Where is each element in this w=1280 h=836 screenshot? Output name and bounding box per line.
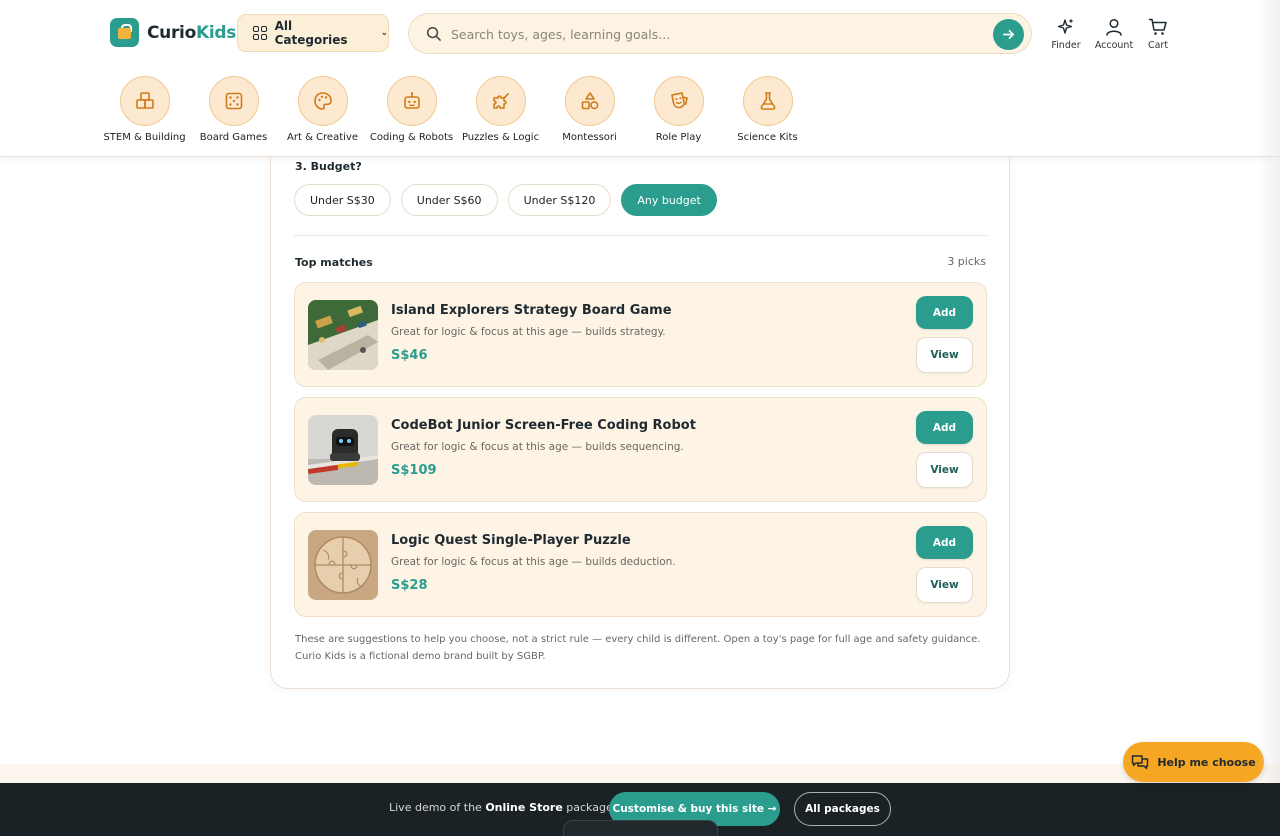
product-card: Island Explorers Strategy Board Game Gre… bbox=[294, 282, 987, 387]
category-label: Coding & Robots bbox=[369, 132, 454, 143]
category-stem-building[interactable]: STEM & Building bbox=[100, 76, 189, 143]
shopping-bag-icon bbox=[110, 18, 139, 47]
blocks-icon bbox=[135, 92, 154, 109]
divider bbox=[294, 235, 987, 236]
category-board-games[interactable]: Board Games bbox=[189, 76, 278, 143]
product-price: S$46 bbox=[391, 348, 428, 363]
arrow-right-icon bbox=[1003, 29, 1014, 40]
finder-label: Finder bbox=[1051, 40, 1081, 51]
add-to-cart-button[interactable]: Add bbox=[916, 296, 973, 329]
right-edge-shadow bbox=[1258, 0, 1280, 783]
chevron-down-icon: ⌄ bbox=[380, 28, 388, 38]
budget-option[interactable]: Under S$30 bbox=[294, 184, 391, 216]
shapes-icon bbox=[581, 92, 598, 110]
category-label: Board Games bbox=[199, 132, 268, 143]
finder-link[interactable]: Finder bbox=[1041, 17, 1091, 51]
page-bottom-band bbox=[0, 764, 1280, 784]
sparkles-icon bbox=[1057, 18, 1074, 34]
search-bar bbox=[408, 13, 1032, 54]
product-image-board-game[interactable] bbox=[308, 300, 378, 370]
category-label: Role Play bbox=[655, 132, 702, 143]
product-description: Great for logic & focus at this age — bu… bbox=[391, 326, 666, 338]
grid-icon bbox=[253, 26, 267, 40]
top-matches-title: Top matches bbox=[295, 256, 373, 269]
search-icon bbox=[426, 26, 441, 41]
category-science-kits[interactable]: Science Kits bbox=[723, 76, 812, 143]
palette-icon bbox=[313, 92, 332, 110]
view-product-button[interactable]: View bbox=[916, 567, 973, 603]
search-input[interactable] bbox=[451, 22, 971, 46]
view-product-button[interactable]: View bbox=[916, 452, 973, 488]
product-card: Logic Quest Single-Player Puzzle Great f… bbox=[294, 512, 987, 617]
disclaimer-text: These are suggestions to help you choose… bbox=[295, 634, 981, 662]
cart-icon bbox=[1148, 18, 1167, 35]
robot-icon bbox=[403, 92, 420, 109]
user-icon bbox=[1106, 18, 1122, 36]
chat-icon bbox=[1132, 755, 1149, 770]
product-name[interactable]: Logic Quest Single-Player Puzzle bbox=[391, 533, 631, 548]
budget-option-selected[interactable]: Any budget bbox=[621, 184, 717, 216]
site-header: CurioKids All Categories ⌄ Finder Accoun… bbox=[0, 0, 1280, 157]
product-image-puzzle[interactable] bbox=[308, 530, 378, 600]
budget-question: 3. Budget? bbox=[295, 160, 362, 173]
product-name[interactable]: Island Explorers Strategy Board Game bbox=[391, 303, 672, 318]
view-product-button[interactable]: View bbox=[916, 337, 973, 373]
search-submit-button[interactable] bbox=[993, 19, 1024, 50]
category-label: STEM & Building bbox=[103, 132, 186, 143]
cart-label: Cart bbox=[1147, 40, 1169, 51]
all-packages-button[interactable]: All packages bbox=[794, 792, 891, 826]
product-description: Great for logic & focus at this age — bu… bbox=[391, 556, 676, 568]
budget-option[interactable]: Under S$120 bbox=[507, 184, 612, 216]
account-link[interactable]: Account bbox=[1089, 17, 1139, 51]
flask-icon bbox=[760, 92, 775, 110]
product-name[interactable]: CodeBot Junior Screen-Free Coding Robot bbox=[391, 418, 696, 433]
category-label: Puzzles & Logic bbox=[461, 132, 540, 143]
product-price: S$109 bbox=[391, 463, 437, 478]
demo-footer-bar: Live demo of the Online Store package. C… bbox=[0, 783, 1280, 836]
budget-option[interactable]: Under S$60 bbox=[400, 184, 498, 216]
all-categories-label: All Categories bbox=[274, 19, 348, 47]
product-image-coding-robot[interactable] bbox=[308, 415, 378, 485]
mask-icon bbox=[670, 92, 688, 109]
footer-toolbar-peek bbox=[563, 820, 718, 836]
brand-name: CurioKids bbox=[147, 22, 237, 43]
help-button-label: Help me choose bbox=[1157, 755, 1256, 769]
top-matches-count: 3 picks bbox=[947, 255, 986, 268]
product-description: Great for logic & focus at this age — bu… bbox=[391, 441, 684, 453]
account-label: Account bbox=[1094, 40, 1134, 51]
category-coding-robots[interactable]: Coding & Robots bbox=[367, 76, 456, 143]
all-categories-button[interactable]: All Categories ⌄ bbox=[237, 14, 389, 52]
demo-footer-text: Live demo of the Online Store package. bbox=[389, 801, 617, 814]
category-role-play[interactable]: Role Play bbox=[634, 76, 723, 143]
puzzle-icon bbox=[492, 93, 509, 109]
add-to-cart-button[interactable]: Add bbox=[916, 411, 973, 444]
product-card: CodeBot Junior Screen-Free Coding Robot … bbox=[294, 397, 987, 502]
cart-link[interactable]: Cart bbox=[1133, 17, 1183, 51]
brand-logo[interactable]: CurioKids bbox=[110, 18, 236, 47]
category-montessori[interactable]: Montessori bbox=[545, 76, 634, 143]
dice-icon bbox=[225, 92, 242, 110]
product-price: S$28 bbox=[391, 578, 428, 593]
add-to-cart-button[interactable]: Add bbox=[916, 526, 973, 559]
help-me-choose-button[interactable]: Help me choose bbox=[1123, 742, 1264, 782]
category-art-creative[interactable]: Art & Creative bbox=[278, 76, 367, 143]
category-label: Montessori bbox=[562, 132, 617, 143]
category-nav: STEM & Building Board Games Art & Creati… bbox=[100, 76, 812, 143]
budget-options: Under S$30 Under S$60 Under S$120 Any bu… bbox=[294, 184, 717, 216]
category-label: Science Kits bbox=[737, 132, 798, 143]
category-puzzles-logic[interactable]: Puzzles & Logic bbox=[456, 76, 545, 143]
category-label: Art & Creative bbox=[287, 132, 358, 143]
toy-finder-card: 3. Budget? Under S$30 Under S$60 Under S… bbox=[270, 120, 1010, 689]
